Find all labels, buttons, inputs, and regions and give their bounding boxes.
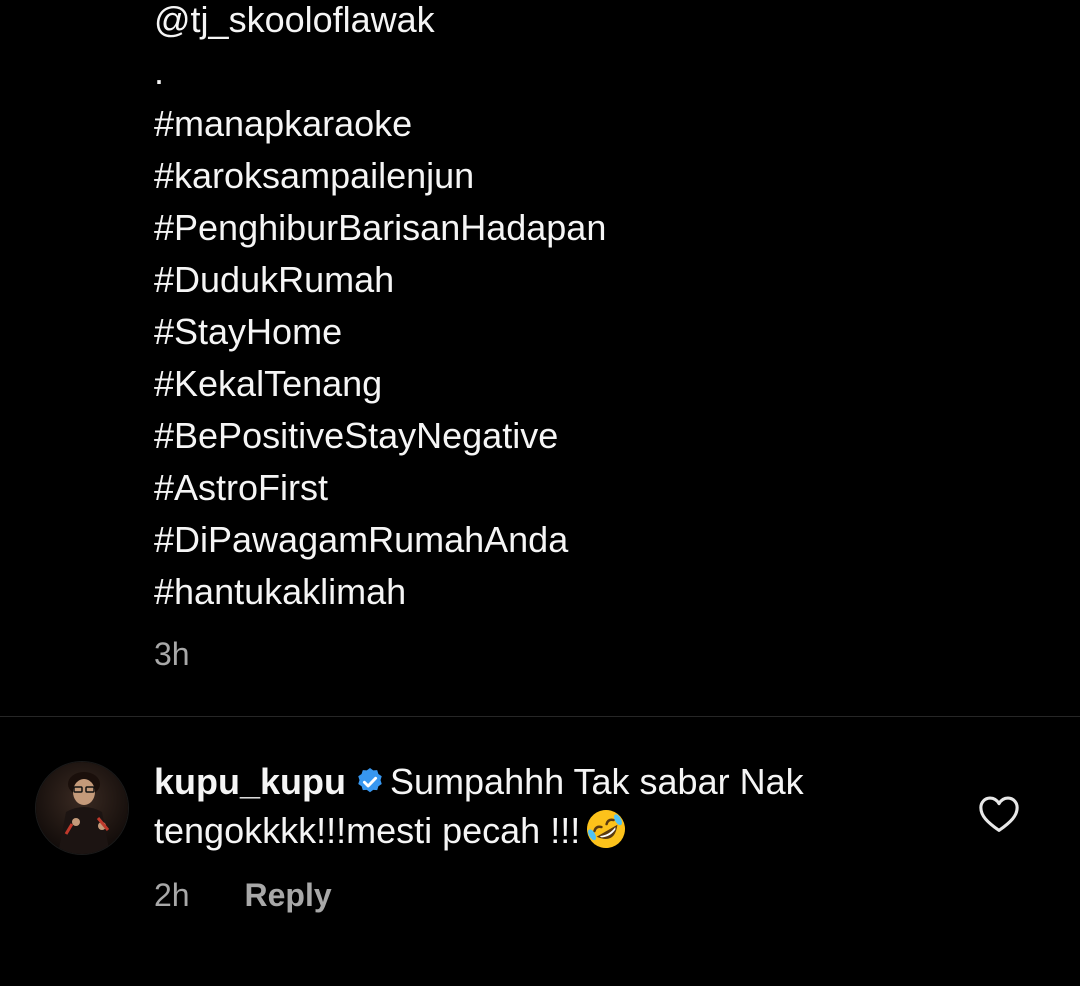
comment-username[interactable]: kupu_kupu	[154, 761, 346, 802]
rolling-on-the-floor-laughing-emoji-icon	[582, 805, 630, 853]
caption-separator: .	[154, 51, 165, 92]
comment-timestamp: 2h	[154, 877, 190, 913]
heart-outline-icon	[979, 796, 1019, 832]
hashtag-link[interactable]: #DudukRumah	[154, 254, 1054, 306]
hashtag-link[interactable]: #AstroFirst	[154, 462, 1054, 514]
verified-badge-icon	[354, 763, 386, 795]
comment-item: kupu_kupu Sumpahhh Tak sabar Nak tengokkk…	[0, 717, 1080, 986]
hashtag-link[interactable]: #karoksampailenjun	[154, 150, 1054, 202]
hashtag-link[interactable]: #manapkaraoke	[154, 98, 1054, 150]
hashtag-link[interactable]: #DiPawagamRumahAnda	[154, 514, 1054, 566]
hashtag-link[interactable]: #hantukaklimah	[154, 566, 1054, 618]
hashtag-link[interactable]: #StayHome	[154, 306, 1054, 358]
hashtag-link[interactable]: #PenghiburBarisanHadapan	[154, 202, 1054, 254]
caption-timestamp: 3h	[154, 636, 190, 672]
post-caption: @tj_skooloflawak . #manapkaraoke #karoks…	[154, 0, 1054, 618]
reply-button[interactable]: Reply	[244, 875, 331, 915]
avatar-image	[36, 762, 128, 854]
comment-text-block: kupu_kupu Sumpahhh Tak sabar Nak tengokkk…	[154, 759, 954, 854]
hashtag-link[interactable]: #KekalTenang	[154, 358, 1054, 410]
caption-mention[interactable]: @tj_skooloflawak	[154, 0, 1054, 46]
comment-meta: 2h Reply	[154, 875, 332, 915]
avatar[interactable]	[35, 761, 129, 855]
like-comment-button[interactable]	[978, 795, 1020, 833]
hashtag-link[interactable]: #BePositiveStayNegative	[154, 410, 1054, 462]
